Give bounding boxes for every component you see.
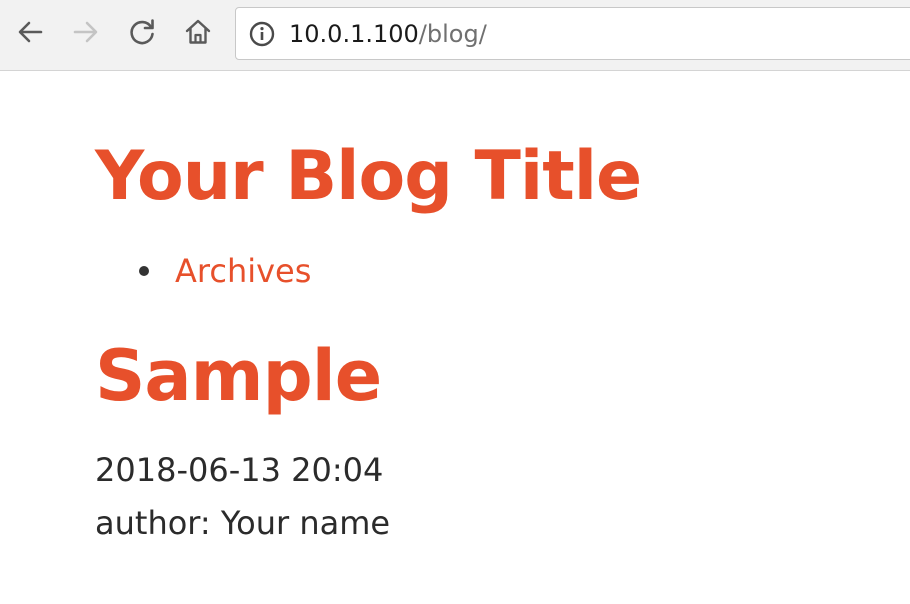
reload-button[interactable]	[126, 16, 158, 48]
url-text[interactable]: 10.0.1.100/blog/	[289, 20, 487, 48]
url-host: 10.0.1.100	[289, 20, 419, 48]
forward-button[interactable]	[70, 16, 102, 48]
post-date: 2018-06-13 20:04	[95, 451, 384, 489]
back-button[interactable]	[14, 16, 46, 48]
post-title: Sample	[95, 335, 382, 417]
home-icon	[185, 19, 211, 44]
browser-toolbar: 10.0.1.100/blog/	[0, 0, 910, 71]
post-author: author: Your name	[95, 504, 391, 542]
bullet-icon	[139, 266, 149, 276]
archives-link[interactable]: Archives	[175, 250, 311, 292]
back-arrow-icon	[18, 21, 43, 43]
info-icon[interactable]	[249, 21, 275, 47]
reload-icon	[130, 19, 154, 45]
address-bar[interactable]: 10.0.1.100/blog/	[235, 7, 910, 60]
forward-arrow-icon	[73, 21, 98, 43]
home-button[interactable]	[182, 16, 214, 48]
url-path: /blog/	[418, 20, 487, 48]
site-title: Your Blog Title	[95, 137, 642, 216]
